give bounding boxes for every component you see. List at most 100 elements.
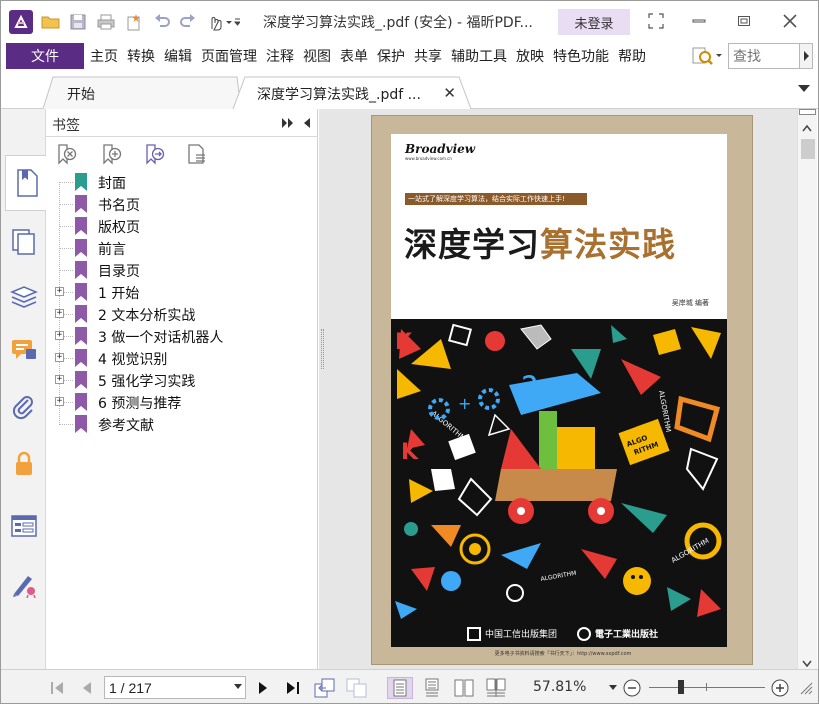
bookmark-label: 版权页	[98, 220, 140, 236]
expand-toggle[interactable]: +	[55, 375, 64, 384]
resize-grip-icon[interactable]	[797, 677, 815, 699]
open-folder-icon[interactable]	[39, 10, 63, 34]
previous-view-icon[interactable]	[313, 677, 337, 699]
zoom-in-icon[interactable]	[769, 677, 791, 699]
menu-features[interactable]: 特色功能	[553, 46, 609, 66]
bookmark-item-chapter-3[interactable]: + 3 做一个对话机器人	[46, 325, 318, 347]
last-page-icon[interactable]	[283, 677, 305, 699]
zoom-out-icon[interactable]	[621, 677, 643, 699]
vertical-scrollbar[interactable]	[797, 109, 817, 669]
restore-button[interactable]	[729, 9, 759, 33]
bookmark-item-copyright[interactable]: 版权页	[46, 215, 318, 237]
signatures-panel-icon[interactable]	[5, 565, 43, 603]
menu-share[interactable]: 共享	[414, 46, 442, 66]
page-dropdown-chevron-down-icon[interactable]	[234, 684, 242, 689]
zoom-slider-tick	[706, 683, 707, 691]
menu-comment[interactable]: 注释	[266, 46, 294, 66]
pages-panel-icon[interactable]	[5, 223, 43, 261]
bookmark-item-title-page[interactable]: 书名页	[46, 193, 318, 215]
minimize-button[interactable]	[684, 9, 714, 33]
bookmarks-panel: 书签 封面 书名页 版权页 前言 目录页 + 1 开始 + 2 文本分析实战 +…	[46, 109, 318, 669]
menu-convert[interactable]: 转换	[127, 46, 155, 66]
bookmark-item-chapter-2[interactable]: + 2 文本分析实战	[46, 303, 318, 325]
form-fields-panel-icon[interactable]	[5, 507, 43, 545]
delete-bookmark-icon[interactable]	[56, 143, 78, 165]
add-bookmark-icon[interactable]	[101, 143, 123, 165]
expand-toggle[interactable]: +	[55, 331, 64, 340]
bookmark-item-chapter-4[interactable]: + 4 视觉识别	[46, 347, 318, 369]
expand-toggle[interactable]: +	[55, 287, 64, 296]
undo-icon[interactable]	[151, 10, 173, 34]
bookmark-options-icon[interactable]	[144, 143, 166, 165]
first-page-icon[interactable]	[47, 677, 67, 699]
menu-accessibility[interactable]: 辅助工具	[451, 46, 507, 66]
menu-help[interactable]: 帮助	[618, 46, 646, 66]
book-cover: Broadview www.broadview.com.cn 一站式了解深度学习…	[391, 134, 727, 647]
expand-toggle[interactable]: +	[55, 309, 64, 318]
menu-slideshow[interactable]: 放映	[516, 46, 544, 66]
find-next-button[interactable]	[799, 43, 813, 69]
find-input[interactable]	[728, 43, 800, 69]
bookmark-item-chapter-1[interactable]: + 1 开始	[46, 281, 318, 303]
cover-illustration: ALGORITHM + ? K K ALGORITHM	[391, 319, 727, 647]
collapse-panel-icon[interactable]	[303, 117, 310, 132]
zoom-slider-thumb[interactable]	[678, 680, 684, 694]
login-button[interactable]: 未登录	[558, 9, 630, 35]
tab-document[interactable]: 深度学习算法实践_.pdf ... ✕	[239, 79, 465, 109]
menu-items: 主页 转换 编辑 页面管理 注释 视图 表单 保护 共享 辅助工具 放映 特色功…	[90, 41, 655, 71]
cover-title: 深度学习算法实践	[404, 218, 676, 266]
app-logo-icon[interactable]	[9, 10, 33, 34]
bookmark-panel-icon[interactable]	[5, 155, 47, 211]
attachments-panel-icon[interactable]	[5, 389, 43, 427]
document-view[interactable]: Broadview www.broadview.com.cn 一站式了解深度学习…	[319, 109, 797, 669]
print-icon[interactable]	[95, 10, 117, 34]
facing-view-icon[interactable]	[451, 677, 477, 699]
layers-panel-icon[interactable]	[5, 277, 43, 315]
bookmark-item-chapter-6[interactable]: + 6 预测与推荐	[46, 391, 318, 413]
save-icon[interactable]	[67, 10, 89, 34]
new-document-icon[interactable]	[123, 10, 145, 34]
bookmark-item-preface[interactable]: 前言	[46, 237, 318, 259]
zoom-level[interactable]: 57.81%	[533, 679, 586, 695]
next-page-icon[interactable]	[253, 677, 273, 699]
continuous-view-icon[interactable]	[419, 677, 445, 699]
hand-tool-icon[interactable]	[205, 10, 241, 34]
bookmark-label: 1 开始	[98, 286, 140, 302]
comments-panel-icon[interactable]	[5, 331, 43, 369]
next-view-icon[interactable]	[345, 677, 369, 699]
expand-toggle[interactable]: +	[55, 353, 64, 362]
menu-form[interactable]: 表单	[340, 46, 368, 66]
continuous-facing-view-icon[interactable]	[483, 677, 509, 699]
menu-view[interactable]: 视图	[303, 46, 331, 66]
bookmark-item-toc[interactable]: 目录页	[46, 259, 318, 281]
panel-resize-grip[interactable]	[321, 329, 324, 369]
menu-page-manage[interactable]: 页面管理	[201, 46, 257, 66]
pdf-page[interactable]: Broadview www.broadview.com.cn 一站式了解深度学习…	[371, 115, 753, 665]
menu-edit[interactable]: 编辑	[164, 46, 192, 66]
tab-list-chevron-down-icon[interactable]	[798, 85, 810, 92]
zoom-slider-track[interactable]	[649, 687, 765, 688]
scrollbar-thumb[interactable]	[801, 139, 815, 159]
menu-bar: 文件 主页 转换 编辑 页面管理 注释 视图 表单 保护 共享 辅助工具 放映 …	[1, 41, 818, 71]
expand-toggle[interactable]: +	[55, 397, 64, 406]
fullscreen-icon[interactable]	[641, 9, 671, 33]
bookmark-item-chapter-5[interactable]: + 5 强化学习实践	[46, 369, 318, 391]
page-number-input[interactable]	[104, 676, 246, 699]
bookmark-item-cover[interactable]: 封面	[46, 171, 318, 193]
menu-protect[interactable]: 保护	[377, 46, 405, 66]
security-panel-icon[interactable]	[5, 445, 43, 483]
tab-start[interactable]: 开始	[49, 79, 229, 109]
previous-page-icon[interactable]	[77, 677, 97, 699]
bookmark-item-references[interactable]: 参考文献	[46, 413, 318, 435]
zoom-dropdown-chevron-down-icon[interactable]	[606, 677, 620, 699]
scroll-up-chevron-icon[interactable]	[802, 121, 812, 136]
close-window-icon[interactable]	[775, 9, 805, 33]
redo-icon[interactable]	[177, 10, 199, 34]
close-tab-icon[interactable]: ✕	[443, 84, 456, 102]
file-menu[interactable]: 文件	[6, 43, 84, 69]
search-options-icon[interactable]	[690, 43, 724, 69]
single-page-view-icon[interactable]	[387, 677, 413, 699]
expand-panel-icon[interactable]	[282, 117, 294, 132]
bookmark-properties-icon[interactable]	[186, 143, 208, 165]
menu-home[interactable]: 主页	[90, 46, 118, 66]
